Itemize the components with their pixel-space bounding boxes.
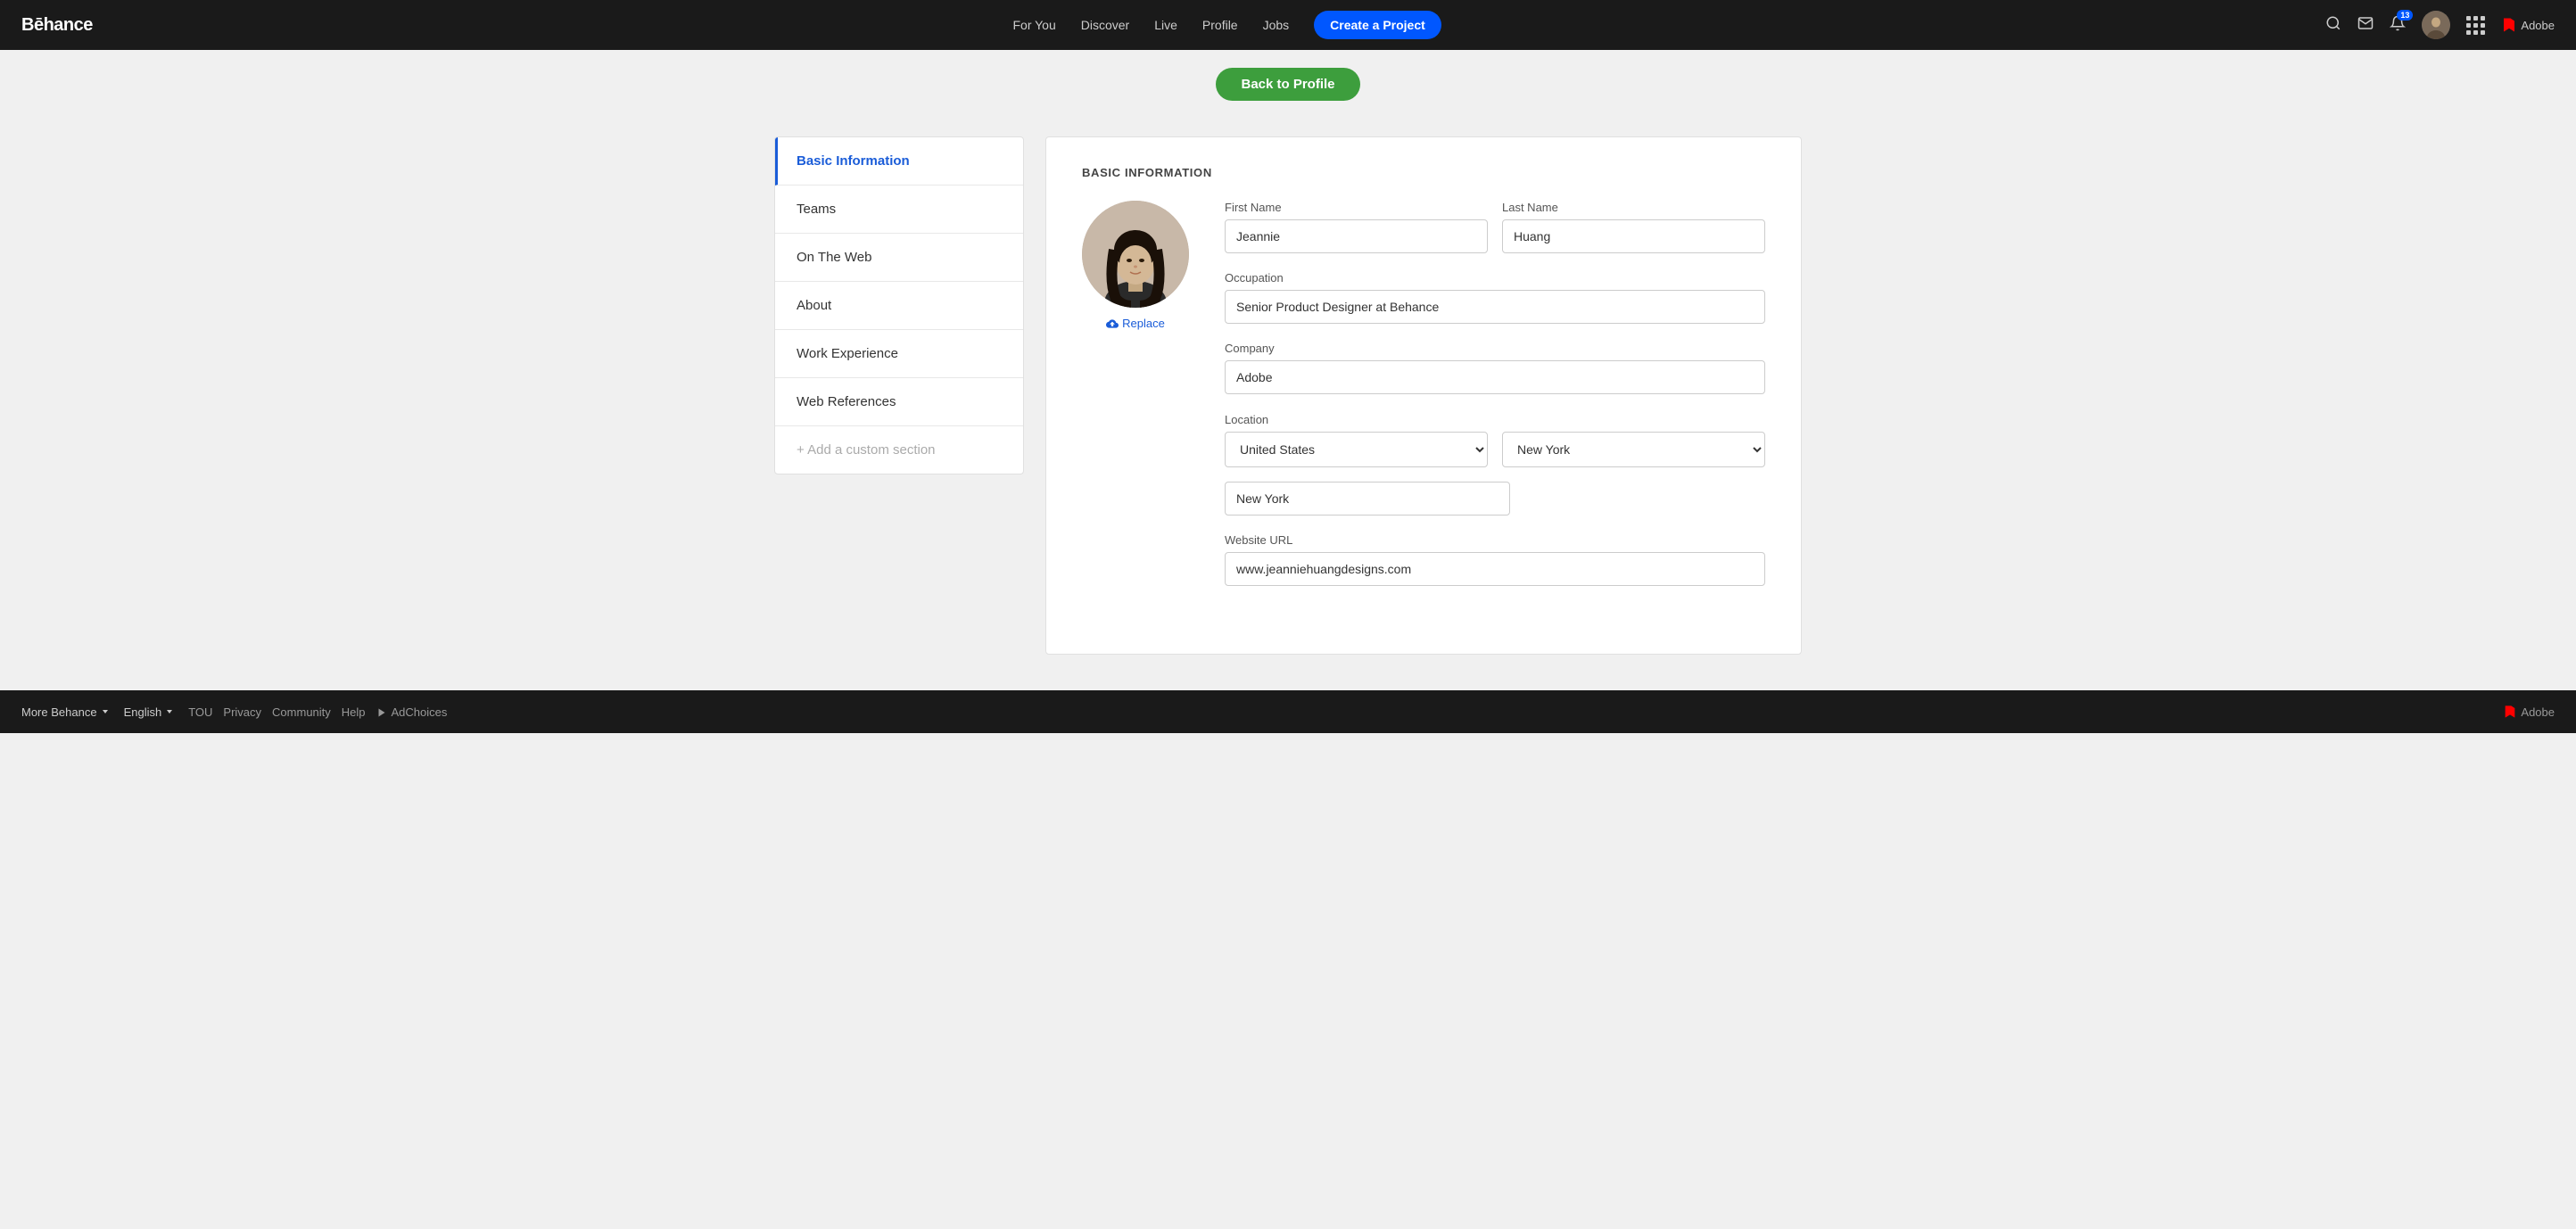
occupation-group: Occupation	[1225, 271, 1765, 324]
nav-discover[interactable]: Discover	[1081, 18, 1129, 32]
first-name-group: First Name	[1225, 201, 1488, 253]
add-custom-section-button[interactable]: + Add a custom section	[775, 426, 1023, 474]
form-fields: First Name Last Name Occupation	[1225, 201, 1765, 604]
messages-icon[interactable]	[2357, 15, 2374, 36]
navbar-icons: 13 Adobe	[2325, 11, 2555, 39]
footer-community[interactable]: Community	[272, 705, 331, 719]
occupation-label: Occupation	[1225, 271, 1765, 285]
nav-jobs[interactable]: Jobs	[1263, 18, 1290, 32]
website-input[interactable]	[1225, 552, 1765, 586]
country-group: United States Canada United Kingdom	[1225, 432, 1488, 467]
profile-row: Replace First Name Last Name	[1082, 201, 1765, 604]
footer-tou[interactable]: TOU	[188, 705, 212, 719]
occupation-row: Occupation	[1225, 271, 1765, 324]
state-select[interactable]: New York California Texas	[1502, 432, 1765, 467]
footer-help[interactable]: Help	[342, 705, 366, 719]
nav-profile[interactable]: Profile	[1202, 18, 1238, 32]
replace-avatar-button[interactable]: Replace	[1106, 317, 1165, 330]
footer-links: TOU Privacy Community Help AdChoices	[188, 705, 447, 719]
footer-adchoices[interactable]: AdChoices	[376, 705, 448, 719]
profile-avatar	[1082, 201, 1189, 308]
company-label: Company	[1225, 342, 1765, 355]
footer-left: More Behance English TOU Privacy Communi…	[21, 705, 447, 719]
form-card: BASIC INFORMATION	[1045, 136, 1802, 655]
last-name-label: Last Name	[1502, 201, 1765, 214]
company-row: Company	[1225, 342, 1765, 394]
footer-privacy[interactable]: Privacy	[223, 705, 261, 719]
location-label: Location	[1225, 413, 1268, 426]
sidebar-item-work-experience[interactable]: Work Experience	[775, 330, 1023, 378]
company-input[interactable]	[1225, 360, 1765, 394]
avatar-column: Replace	[1082, 201, 1189, 604]
state-group: New York California Texas	[1502, 432, 1765, 467]
last-name-input[interactable]	[1502, 219, 1765, 253]
back-to-profile-button[interactable]: Back to Profile	[1216, 68, 1359, 101]
name-row: First Name Last Name	[1225, 201, 1765, 253]
footer-adobe: Adobe	[2503, 705, 2555, 719]
notification-badge: 13	[2397, 10, 2413, 21]
nav-for-you[interactable]: For You	[1012, 18, 1055, 32]
sidebar-item-on-the-web[interactable]: On The Web	[775, 234, 1023, 282]
nav-live[interactable]: Live	[1154, 18, 1177, 32]
country-select[interactable]: United States Canada United Kingdom	[1225, 432, 1488, 467]
city-group	[1225, 482, 1510, 516]
form-section-title: BASIC INFORMATION	[1082, 166, 1765, 179]
sidebar-item-basic-information[interactable]: Basic Information	[775, 137, 1023, 186]
language-selector[interactable]: English	[124, 705, 175, 719]
notifications-icon[interactable]: 13	[2390, 15, 2406, 36]
city-row	[1225, 482, 1765, 516]
more-behance-button[interactable]: More Behance	[21, 705, 110, 719]
apps-grid-icon[interactable]	[2466, 16, 2485, 35]
website-group: Website URL	[1225, 533, 1765, 586]
navbar: Bēhance For You Discover Live Profile Jo…	[0, 0, 2576, 50]
last-name-group: Last Name	[1502, 201, 1765, 253]
sidebar-item-web-references[interactable]: Web References	[775, 378, 1023, 426]
occupation-input[interactable]	[1225, 290, 1765, 324]
create-project-button[interactable]: Create a Project	[1314, 11, 1441, 39]
back-bar: Back to Profile	[0, 50, 2576, 119]
adobe-logo: Adobe	[2501, 17, 2555, 33]
sidebar-item-teams[interactable]: Teams	[775, 186, 1023, 234]
main-content: Basic Information Teams On The Web About…	[753, 136, 1823, 655]
location-row: United States Canada United Kingdom New …	[1225, 432, 1765, 467]
sidebar-item-about[interactable]: About	[775, 282, 1023, 330]
first-name-input[interactable]	[1225, 219, 1488, 253]
sidebar: Basic Information Teams On The Web About…	[774, 136, 1024, 474]
first-name-label: First Name	[1225, 201, 1488, 214]
search-icon[interactable]	[2325, 15, 2341, 36]
brand-logo[interactable]: Bēhance	[21, 15, 93, 36]
website-row: Website URL	[1225, 533, 1765, 586]
nav-links: For You Discover Live Profile Jobs Creat…	[128, 11, 2326, 39]
footer: More Behance English TOU Privacy Communi…	[0, 690, 2576, 733]
user-avatar[interactable]	[2422, 11, 2450, 39]
website-label: Website URL	[1225, 533, 1765, 547]
city-input[interactable]	[1225, 482, 1510, 516]
company-group: Company	[1225, 342, 1765, 394]
